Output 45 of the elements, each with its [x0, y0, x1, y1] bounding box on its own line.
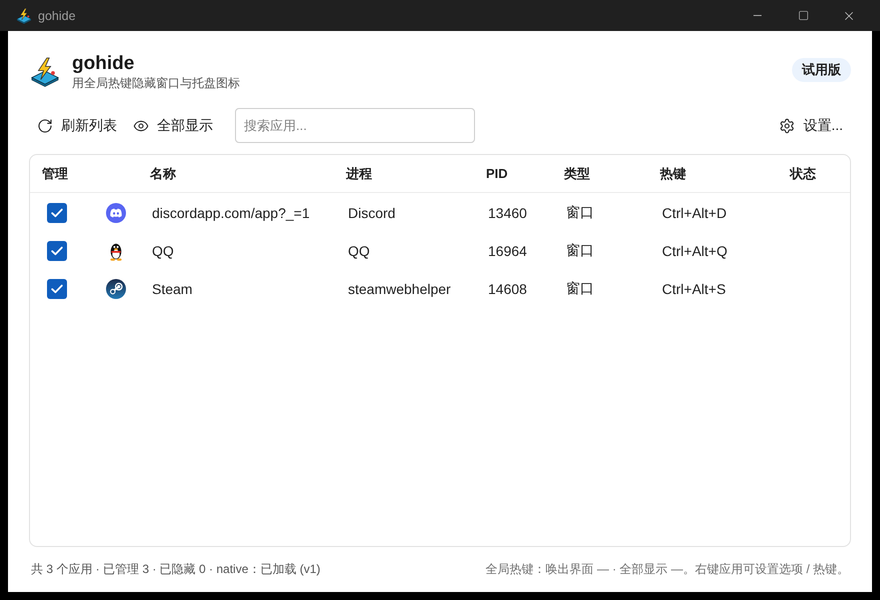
table-cell-text: 16964 [487, 243, 527, 259]
steam-logo-icon [106, 279, 126, 299]
app-name: gohide [72, 53, 136, 75]
table-cell-text: 13460 [487, 205, 527, 221]
manage-checkbox[interactable] [47, 203, 67, 223]
table-cell-text: steamwebhelper [347, 281, 451, 297]
table-cell-text: discordapp.com/app?_=1 [151, 205, 310, 221]
manage-checkbox[interactable] [47, 279, 67, 299]
table-cell-text: QQ [151, 243, 174, 259]
search-field[interactable]: 搜索应用... [235, 108, 475, 143]
table-cell-text: Steam [151, 281, 192, 297]
discord-logo-icon [106, 203, 126, 223]
lightning-bolt-logo-icon [16, 8, 32, 24]
column-header: 管理 [42, 164, 68, 182]
lightning-bolt-logo-icon [30, 57, 60, 87]
table-cell-text: 窗口 [565, 242, 594, 260]
manage-checkbox[interactable] [47, 241, 67, 261]
checkmark-icon [51, 208, 63, 218]
column-header: 状态 [790, 164, 816, 182]
column-header: 类型 [564, 164, 590, 182]
table-cell-text: Ctrl+Alt+S [661, 281, 726, 297]
hotkey-hint: 全局热键：唤出界面 — · 全部显示 —。右键应用可设置选项 / 热键。 [486, 561, 849, 578]
checkmark-icon [51, 284, 63, 294]
maximize-icon [798, 10, 808, 21]
table-cell-text: 窗口 [565, 204, 594, 222]
column-header: 进程 [346, 164, 372, 182]
table-cell-text: Discord [347, 205, 396, 221]
table-cell-text: 14608 [487, 281, 527, 297]
trial-badge: 试用版 [792, 58, 851, 82]
checkmark-icon [51, 246, 63, 256]
status-summary: 共 3 个应用 · 已管理 3 · 已隐藏 0 · native：已加载 (v1) [31, 561, 320, 578]
column-header: PID [486, 166, 508, 181]
refresh-button[interactable]: 刷新列表 [29, 108, 125, 143]
refresh-icon [37, 118, 53, 134]
settings-icon [779, 118, 796, 134]
window-title: gohide [38, 8, 76, 22]
table-cell-text: QQ [347, 243, 370, 259]
show-all-button[interactable]: 全部显示 [125, 108, 221, 143]
column-header: 热键 [660, 164, 686, 182]
table-cell-text: 窗口 [565, 280, 594, 298]
app-subtitle: 用全局热键隐藏窗口与托盘图标 [72, 75, 240, 91]
table-cell-text: Ctrl+Alt+Q [661, 243, 728, 259]
column-header: 名称 [150, 164, 176, 182]
settings-button[interactable]: 设置... [771, 108, 851, 143]
table-cell-text: Ctrl+Alt+D [661, 205, 727, 221]
